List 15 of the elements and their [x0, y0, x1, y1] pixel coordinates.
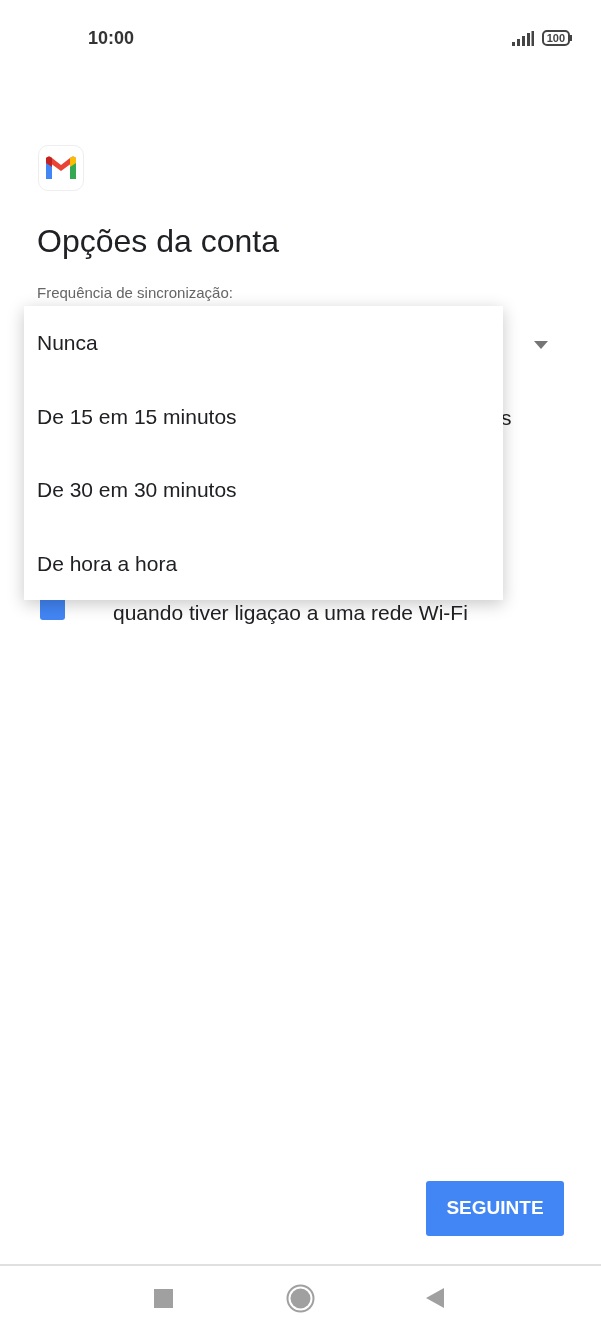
- menu-item[interactable]: Nunca: [24, 306, 503, 380]
- back-icon[interactable]: [426, 1288, 444, 1308]
- option-text: quando tiver ligaçao a uma rede Wi-Fi: [113, 600, 468, 626]
- menu-item[interactable]: De 30 em 30 minutos: [24, 453, 503, 527]
- signal-icon: [511, 30, 534, 46]
- menu-item[interactable]: De hora a hora: [24, 526, 503, 600]
- menu-item[interactable]: De 15 em 15 minutos: [24, 379, 503, 453]
- next-button[interactable]: SEGUINTE: [426, 1181, 564, 1236]
- battery-icon: 100: [541, 30, 570, 46]
- field-label: Frequência de sincronização:: [37, 283, 234, 303]
- dropdown-arrow-icon[interactable]: [534, 341, 548, 349]
- page-title: Opções da conta: [37, 222, 280, 261]
- home-icon[interactable]: [286, 1284, 315, 1313]
- gmail-icon: [38, 145, 84, 191]
- status-time: 10:00: [88, 26, 135, 50]
